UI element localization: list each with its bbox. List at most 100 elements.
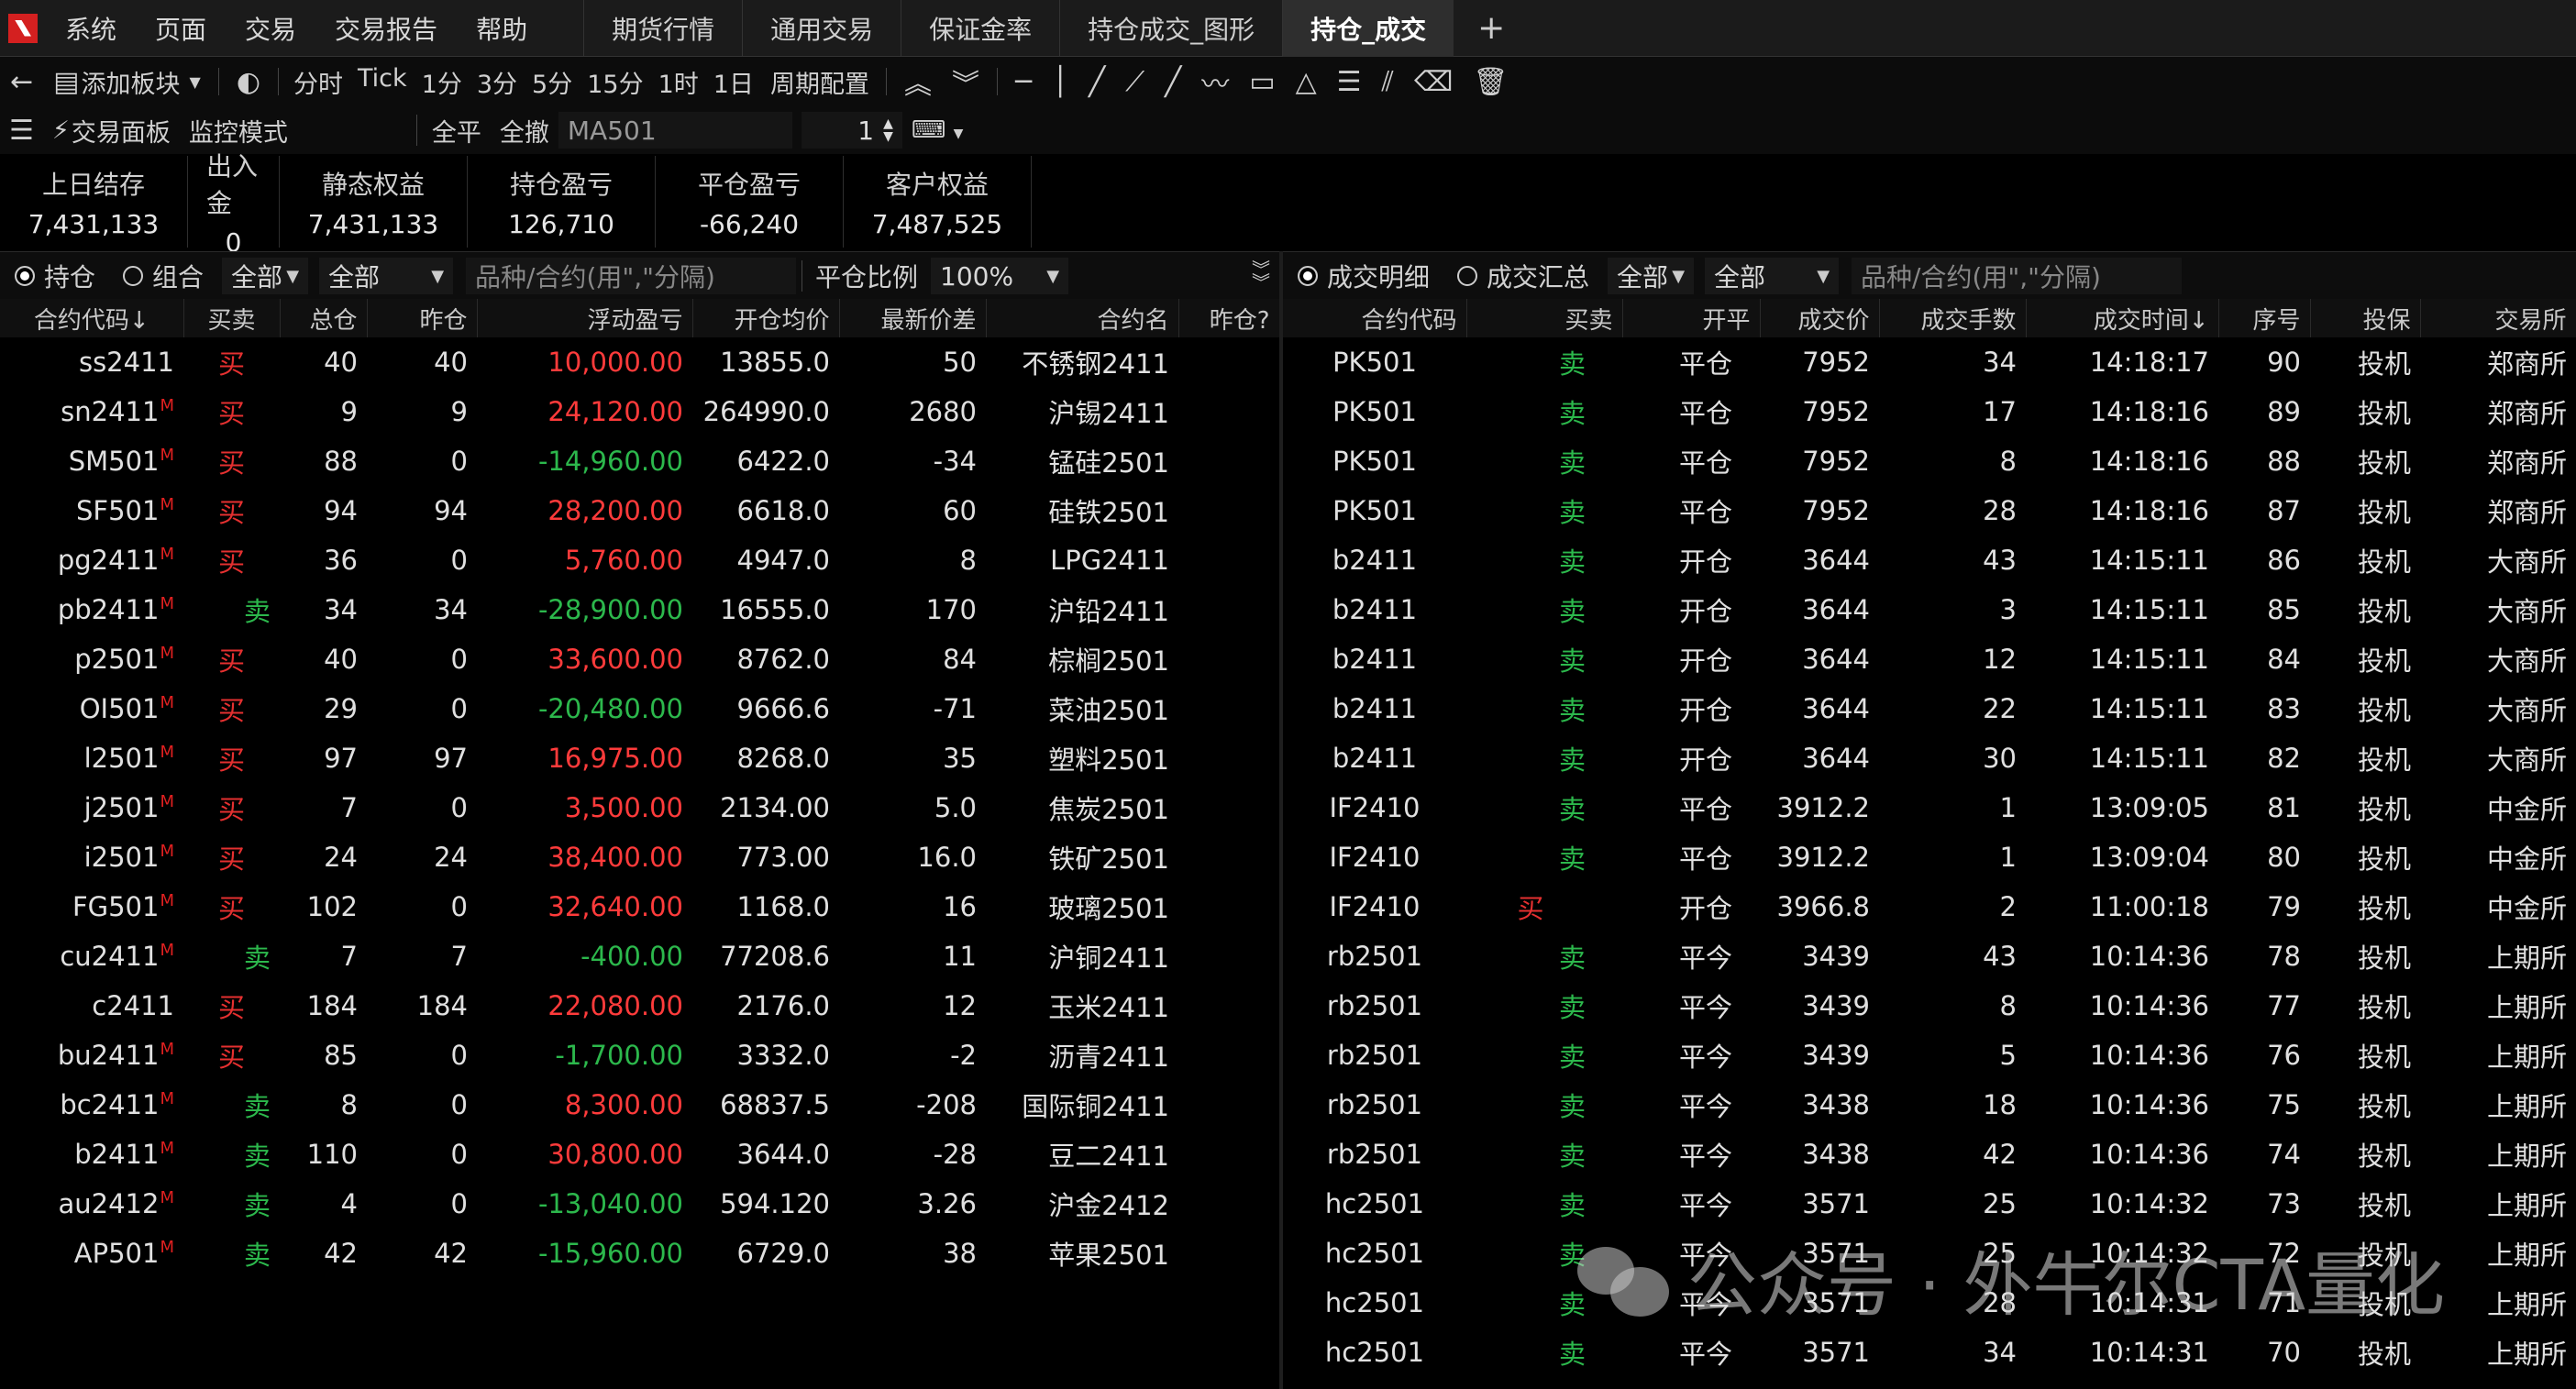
position-filter-select-2[interactable]: 全部 ▼ [319,258,454,294]
table-row[interactable]: au2412M 卖 4 0 -13,040.00 594.120 3.26 沪金2412 [0,1179,1279,1229]
parallel-lines-icon[interactable]: ⫽ [1372,66,1404,98]
table-row[interactable]: SF501M 买 94 94 28,200.00 6618.0 60 硅铁2501 [0,486,1279,535]
trade-col-header[interactable]: 买卖 [1466,299,1623,337]
eraser-icon[interactable]: ⌫ [1404,66,1463,98]
polyline-icon[interactable]: 〰 [1191,61,1239,102]
add-block-button[interactable]: 添加板块 [82,64,190,100]
pos-col-header[interactable]: 开仓均价 [692,299,840,337]
trade-filter-select-1[interactable]: 全部 ▼ [1608,258,1695,294]
period-1[interactable]: Tick [350,64,415,100]
trade-panel-button[interactable]: 交易面板 [72,113,180,149]
period-config-button[interactable]: 周期配置 [761,64,879,100]
table-row[interactable]: rb2501 卖 平今 3438 18 10:14:36 75 投机 上期所 [1283,1080,2576,1130]
dropdown-caret-icon[interactable]: ▼ [190,73,211,91]
close-all-button[interactable]: 全平 [423,113,491,149]
table-row[interactable]: rb2501 卖 平今 3438 42 10:14:36 74 投机 上期所 [1283,1130,2576,1179]
trend-line-icon[interactable]: ╱ [1155,66,1191,98]
back-arrow-icon[interactable]: ← [0,66,43,98]
pos-col-header[interactable]: 合约名 [986,299,1179,337]
stepper-arrows-icon[interactable]: ▲ ▼ [883,117,893,143]
table-row[interactable]: rb2501 卖 平今 3439 5 10:14:36 76 投机 上期所 [1283,1031,2576,1080]
table-row[interactable]: AP501M 卖 42 42 -15,960.00 6729.0 38 苹果2501 [0,1229,1279,1278]
pos-col-header[interactable]: 昨仓? [1178,299,1280,337]
add-block-icon[interactable]: ▤ [43,66,81,98]
trade-col-header[interactable]: 交易所 [2420,299,2576,337]
table-row[interactable]: c2411 买 184 184 22,080.00 2176.0 12 玉米2411 [0,981,1279,1031]
table-row[interactable]: b2411 卖 开仓 3644 22 14:15:11 83 投机 大商所 [1283,684,2576,733]
table-row[interactable]: IF2410 买 开仓 3966.8 2 11:00:18 79 投机 中金所 [1283,882,2576,932]
table-row[interactable]: hc2501 卖 平今 3571 34 10:14:31 70 投机 上期所 [1283,1328,2576,1377]
vertical-line-icon[interactable]: │ [1042,66,1078,98]
table-row[interactable]: pg2411M 买 36 0 5,760.00 4947.0 8 LPG2411 [0,535,1279,585]
collapse-chevron-icon[interactable]: ︾ ︾ [1252,260,1270,292]
table-row[interactable]: rb2501 卖 平今 3439 43 10:14:36 78 投机 上期所 [1283,932,2576,981]
trade-col-header[interactable]: 成交手数 [1879,299,2027,337]
tab-3[interactable]: 持仓成交_图形 [1059,0,1282,57]
table-row[interactable]: rb2501 卖 平今 3439 8 10:14:36 77 投机 上期所 [1283,981,2576,1031]
period-5[interactable]: 15分 [580,64,650,100]
triangle-icon[interactable]: △ [1286,66,1327,98]
table-row[interactable]: j2501M 买 7 0 3,500.00 2134.00 5.0 焦炭2501 [0,783,1279,832]
text-note-icon[interactable]: ☰ [1327,66,1372,98]
settings-sliders-icon[interactable]: ☰ [0,115,43,147]
period-2[interactable]: 1分 [415,64,470,100]
table-row[interactable]: ss2411 买 40 40 10,000.00 13855.0 50 不锈钢2411 [0,337,1279,387]
pos-col-header[interactable]: 浮动盈亏 [477,299,693,337]
menu-item-3[interactable]: 交易报告 [315,10,457,47]
contract-input[interactable]: MA501 [558,112,792,149]
tab-4[interactable]: 持仓_成交 [1282,0,1454,57]
cancel-all-button[interactable]: 全撤 [491,113,558,149]
period-0[interactable]: 分时 [286,64,350,100]
table-row[interactable]: bu2411M 买 85 0 -1,700.00 3332.0 -2 沥青2411 [0,1031,1279,1080]
table-row[interactable]: IF2410 卖 平仓 3912.2 1 13:09:04 80 投机 中金所 [1283,832,2576,882]
menu-item-0[interactable]: 系统 [46,10,136,47]
theme-toggle-icon[interactable]: ◐ [227,66,271,98]
double-down-icon[interactable]: ︾ [942,61,989,102]
radio-combo[interactable]: 组合 [123,258,204,294]
table-row[interactable]: b2411 卖 开仓 3644 3 14:15:11 85 投机 大商所 [1283,585,2576,634]
table-row[interactable]: PK501 卖 平仓 7952 28 14:18:16 87 投机 郑商所 [1283,486,2576,535]
menu-item-1[interactable]: 页面 [136,10,226,47]
table-row[interactable]: b2411 卖 开仓 3644 12 14:15:11 84 投机 大商所 [1283,634,2576,684]
keyboard-icon[interactable]: ⌨ ▼ [902,116,973,144]
table-row[interactable]: hc2501 卖 平今 3571 25 10:14:32 73 投机 上期所 [1283,1179,2576,1229]
trash-icon[interactable]: 🗑 [1463,66,1518,98]
double-up-icon[interactable]: ︽ [894,61,942,102]
period-4[interactable]: 5分 [525,64,580,100]
period-7[interactable]: 1日 [706,64,761,100]
pos-col-header[interactable]: 最新价差 [839,299,987,337]
quantity-stepper[interactable]: 1 ▲ ▼ [801,112,902,149]
menu-item-2[interactable]: 交易 [226,10,315,47]
table-row[interactable]: FG501M 买 102 0 32,640.00 1168.0 16 玻璃2501 [0,882,1279,932]
ray-line-icon[interactable]: ⟋ [1115,66,1155,98]
table-row[interactable]: SM501M 买 88 0 -14,960.00 6422.0 -34 锰硅2501 [0,436,1279,486]
table-row[interactable]: IF2410 卖 平仓 3912.2 1 13:09:05 81 投机 中金所 [1283,783,2576,832]
trade-col-header[interactable]: 成交时间↓ [2026,299,2219,337]
lightning-icon[interactable]: ⚡ [43,116,72,145]
tab-1[interactable]: 通用交易 [742,0,901,57]
period-3[interactable]: 3分 [470,64,525,100]
table-row[interactable]: sn2411M 买 9 9 24,120.00 264990.0 2680 沪锡2411 [0,387,1279,436]
menu-item-4[interactable]: 帮助 [457,10,547,47]
segment-line-icon[interactable]: ╱ [1078,66,1115,98]
trade-col-header[interactable]: 开平 [1622,299,1761,337]
table-row[interactable]: i2501M 买 24 24 38,400.00 773.00 16.0 铁矿2501 [0,832,1279,882]
pos-col-header[interactable]: 总仓 [280,299,368,337]
trade-search-input[interactable]: 品种/合约(用","分隔) [1852,258,2183,294]
trade-col-header[interactable]: 合约代码 [1283,299,1467,337]
table-row[interactable]: b2411 卖 开仓 3644 43 14:15:11 86 投机 大商所 [1283,535,2576,585]
trade-col-header[interactable]: 投保 [2310,299,2421,337]
trade-filter-select-2[interactable]: 全部 ▼ [1705,258,1840,294]
table-row[interactable]: OI501M 买 29 0 -20,480.00 9666.6 -71 菜油2501 [0,684,1279,733]
table-row[interactable]: cu2411M 卖 7 7 -400.00 77208.6 11 沪铜2411 [0,932,1279,981]
close-ratio-select[interactable]: 100% ▼ [931,258,1069,294]
table-row[interactable]: PK501 卖 平仓 7952 8 14:18:16 88 投机 郑商所 [1283,436,2576,486]
radio-trade-summary[interactable]: 成交汇总 [1457,258,1589,294]
period-6[interactable]: 1时 [651,64,706,100]
pos-col-header[interactable]: 买卖 [183,299,281,337]
position-filter-select-1[interactable]: 全部 ▼ [222,258,309,294]
table-row[interactable]: bc2411M 卖 8 0 8,300.00 68837.5 -208 国际铜2411 [0,1080,1279,1130]
rectangle-icon[interactable]: ▭ [1239,66,1285,98]
trade-col-header[interactable]: 成交价 [1760,299,1880,337]
table-row[interactable]: b2411M 卖 110 0 30,800.00 3644.0 -28 豆二2411 [0,1130,1279,1179]
